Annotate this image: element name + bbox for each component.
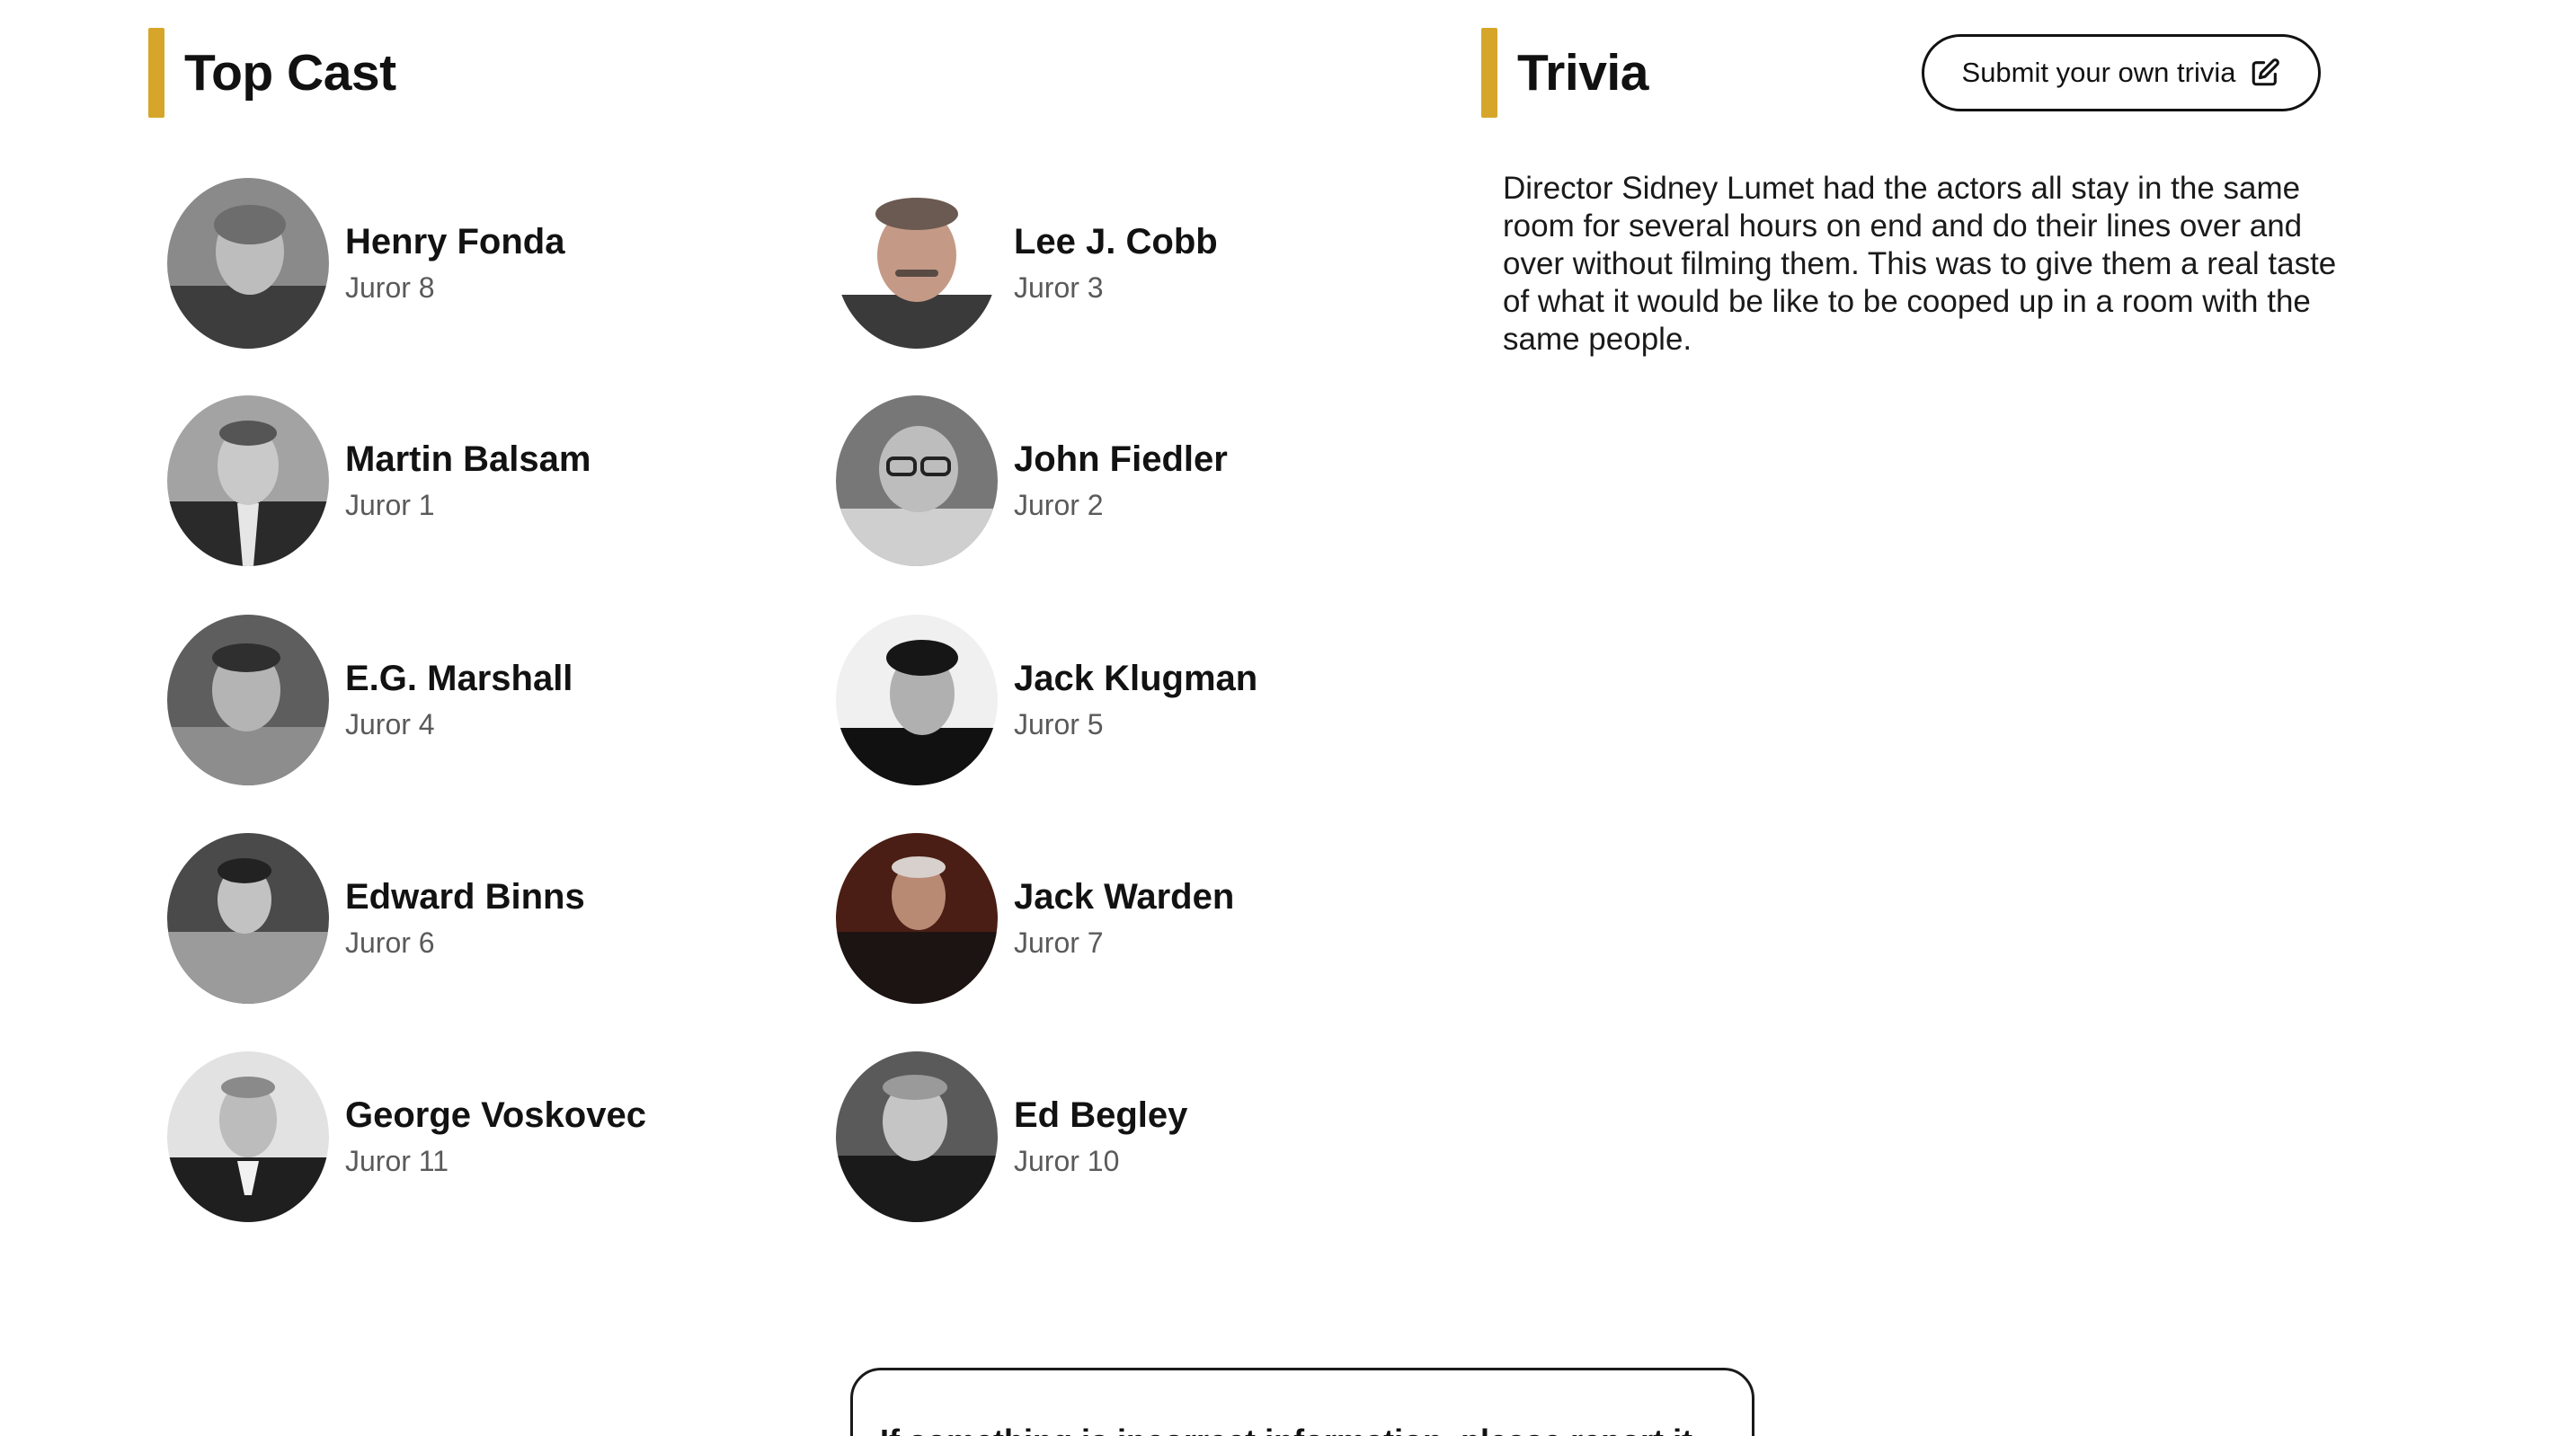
avatar[interactable] xyxy=(167,395,329,566)
avatar[interactable] xyxy=(167,1051,329,1222)
cast-member[interactable]: Edward Binns Juror 6 xyxy=(167,833,585,1004)
actor-name[interactable]: Ed Begley xyxy=(1014,1093,1187,1138)
avatar[interactable] xyxy=(836,178,998,349)
actor-name[interactable]: Henry Fonda xyxy=(345,219,564,264)
report-info-card[interactable]: If something is incorrect information, p… xyxy=(850,1368,1754,1436)
submit-trivia-button[interactable]: Submit your own trivia xyxy=(1922,34,2321,111)
avatar[interactable] xyxy=(836,1051,998,1222)
character-name: Juror 2 xyxy=(1014,489,1104,521)
avatar[interactable] xyxy=(836,395,998,566)
actor-name[interactable]: Jack Klugman xyxy=(1014,656,1257,701)
character-name: Juror 3 xyxy=(1014,271,1104,304)
accent-bar xyxy=(1481,28,1497,118)
character-name: Juror 11 xyxy=(345,1145,449,1177)
character-name: Juror 7 xyxy=(1014,926,1104,959)
cast-member[interactable]: Ed Begley Juror 10 xyxy=(836,1051,1187,1222)
cast-member[interactable]: Jack Klugman Juror 5 xyxy=(836,615,1257,785)
character-name: Juror 4 xyxy=(345,708,435,740)
character-name: Juror 1 xyxy=(345,489,435,521)
trivia-header: Trivia xyxy=(1481,28,1648,118)
cast-member[interactable]: E.G. Marshall Juror 4 xyxy=(167,615,573,785)
actor-name[interactable]: E.G. Marshall xyxy=(345,656,573,701)
trivia-text: Director Sidney Lumet had the actors all… xyxy=(1503,171,2337,357)
character-name: Juror 10 xyxy=(1014,1145,1120,1177)
avatar[interactable] xyxy=(836,833,998,1004)
actor-name[interactable]: Edward Binns xyxy=(345,874,585,919)
cast-member[interactable]: Lee J. Cobb Juror 3 xyxy=(836,178,1218,349)
cast-member[interactable]: Henry Fonda Juror 8 xyxy=(167,178,564,349)
character-name: Juror 8 xyxy=(345,271,435,304)
page: Top Cast Trivia Submit your own trivia H… xyxy=(0,0,2576,1436)
actor-name[interactable]: John Fiedler xyxy=(1014,437,1228,482)
character-name: Juror 6 xyxy=(345,926,435,959)
actor-name[interactable]: Lee J. Cobb xyxy=(1014,219,1218,264)
top-cast-header: Top Cast xyxy=(148,28,396,118)
actor-name[interactable]: Jack Warden xyxy=(1014,874,1234,919)
trivia-title[interactable]: Trivia xyxy=(1517,43,1648,102)
cast-member[interactable]: Martin Balsam Juror 1 xyxy=(167,395,591,566)
cast-member[interactable]: George Voskovec Juror 11 xyxy=(167,1051,646,1222)
actor-name[interactable]: George Voskovec xyxy=(345,1093,646,1138)
edit-icon xyxy=(2250,58,2280,88)
accent-bar xyxy=(148,28,164,118)
avatar[interactable] xyxy=(167,833,329,1004)
cast-member[interactable]: John Fiedler Juror 2 xyxy=(836,395,1228,566)
avatar[interactable] xyxy=(167,178,329,349)
actor-name[interactable]: Martin Balsam xyxy=(345,437,591,482)
report-info-text: If something is incorrect information, p… xyxy=(880,1423,1692,1436)
top-cast-title[interactable]: Top Cast xyxy=(184,43,396,102)
avatar[interactable] xyxy=(836,615,998,785)
character-name: Juror 5 xyxy=(1014,708,1104,740)
submit-trivia-label: Submit your own trivia xyxy=(1961,57,2236,88)
avatar[interactable] xyxy=(167,615,329,785)
cast-member[interactable]: Jack Warden Juror 7 xyxy=(836,833,1234,1004)
